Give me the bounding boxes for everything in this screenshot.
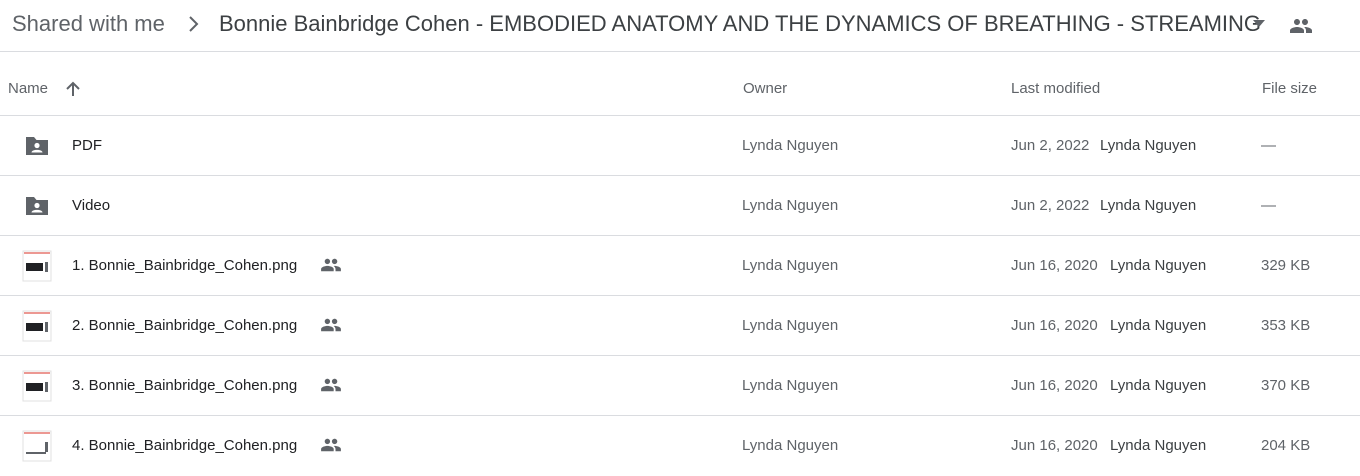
image-thumbnail [22,250,52,282]
image-thumbnail [22,370,52,402]
column-file-size-header[interactable]: File size [1262,80,1317,97]
column-last-modified-header[interactable]: Last modified [1011,80,1100,97]
column-owner-header[interactable]: Owner [743,80,787,97]
file-row-image-2[interactable]: 2. Bonnie_Bainbridge_Cohen.png Lynda Ngu… [0,296,1360,356]
breadcrumb-bar: Shared with me Bonnie Bainbridge Cohen -… [0,0,1360,52]
modified-date: Jun 16, 2020 [1011,437,1098,454]
file-owner: Lynda Nguyen [742,377,839,394]
file-size: 204 KB [1261,437,1311,454]
modified-date: Jun 16, 2020 [1011,257,1098,274]
modified-date: Jun 2, 2022 [1011,137,1090,154]
column-headers: Name Owner Last modified File size [0,53,1360,116]
file-size: — [1261,197,1276,214]
file-row-video[interactable]: Video Lynda Nguyen Jun 2, 2022 Lynda Ngu… [0,176,1360,236]
modified-by: Lynda Nguyen [1110,257,1207,274]
shared-folder-icon [26,137,48,155]
file-name: 2. Bonnie_Bainbridge_Cohen.png [72,317,298,334]
modified-by: Lynda Nguyen [1100,197,1197,214]
file-owner: Lynda Nguyen [742,317,839,334]
people-icon[interactable] [1289,14,1313,38]
people-icon [321,378,341,392]
modified-by: Lynda Nguyen [1100,137,1197,154]
file-row-image-4[interactable]: 4. Bonnie_Bainbridge_Cohen.png Lynda Ngu… [0,416,1360,476]
modified-by: Lynda Nguyen [1110,317,1207,334]
file-size: — [1261,137,1276,154]
caret-down-icon[interactable] [1250,16,1268,30]
modified-date: Jun 2, 2022 [1011,197,1090,214]
file-name: PDF [72,137,102,154]
image-thumbnail [22,430,52,462]
file-name: 1. Bonnie_Bainbridge_Cohen.png [72,257,298,274]
chevron-right-icon [189,16,199,32]
file-row-pdf[interactable]: PDF Lynda Nguyen Jun 2, 2022 Lynda Nguye… [0,116,1360,176]
people-icon [321,318,341,332]
image-thumbnail [22,310,52,342]
breadcrumb-shared-with-me[interactable]: Shared with me [12,11,165,37]
file-size: 353 KB [1261,317,1311,334]
modified-by: Lynda Nguyen [1110,437,1207,454]
file-size: 329 KB [1261,257,1311,274]
file-row-image-3[interactable]: 3. Bonnie_Bainbridge_Cohen.png Lynda Ngu… [0,356,1360,416]
modified-date: Jun 16, 2020 [1011,317,1098,334]
shared-folder-icon [26,197,48,215]
file-owner: Lynda Nguyen [742,197,839,214]
file-owner: Lynda Nguyen [742,257,839,274]
file-owner: Lynda Nguyen [742,137,839,154]
file-size: 370 KB [1261,377,1311,394]
file-name: Video [72,197,111,214]
column-name-header[interactable]: Name [8,80,48,97]
modified-by: Lynda Nguyen [1110,377,1207,394]
arrow-up-icon[interactable] [64,80,82,98]
people-icon [321,258,341,272]
file-name: 3. Bonnie_Bainbridge_Cohen.png [72,377,298,394]
modified-date: Jun 16, 2020 [1011,377,1098,394]
breadcrumb-current-folder[interactable]: Bonnie Bainbridge Cohen - EMBODIED ANATO… [219,11,1261,37]
file-row-image-1[interactable]: 1. Bonnie_Bainbridge_Cohen.png Lynda Ngu… [0,236,1360,296]
people-icon [321,438,341,452]
file-owner: Lynda Nguyen [742,437,839,454]
file-name: 4. Bonnie_Bainbridge_Cohen.png [72,437,298,454]
